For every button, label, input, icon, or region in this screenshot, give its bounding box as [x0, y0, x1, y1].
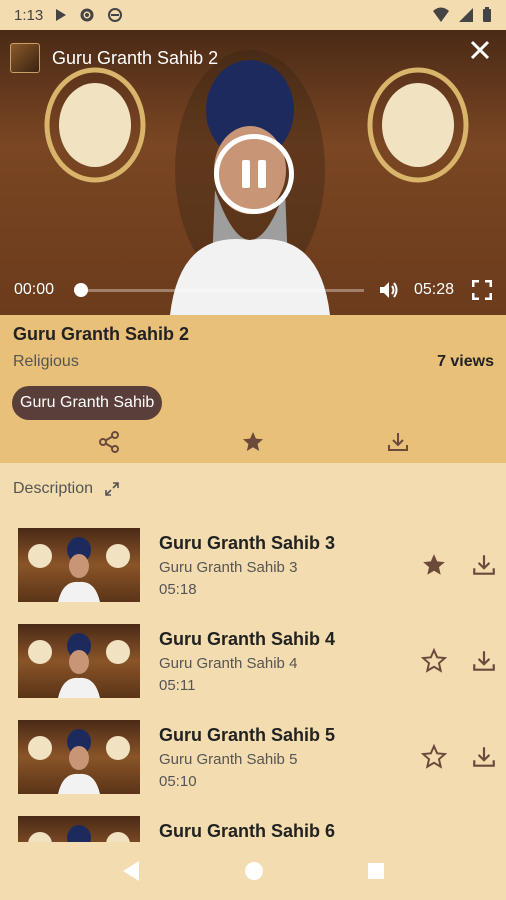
video-thumbnail[interactable] [18, 624, 140, 698]
item-duration: 05:11 [159, 677, 196, 694]
duration: 05:28 [413, 281, 454, 298]
battery-icon [483, 7, 491, 22]
video-category: Religious [13, 353, 79, 370]
signal-icon [459, 8, 473, 22]
volume-icon[interactable] [378, 280, 400, 300]
recents-icon[interactable] [367, 862, 385, 880]
download-icon[interactable] [471, 744, 497, 770]
download-icon [388, 433, 408, 451]
wifi-icon [433, 7, 449, 22]
share-button[interactable] [94, 427, 124, 457]
share-icon [99, 431, 119, 453]
video-thumbnail[interactable] [18, 528, 140, 602]
item-subtitle: Guru Granth Sahib 3 [159, 559, 298, 576]
item-duration: 05:18 [159, 581, 197, 598]
player-header: Guru Granth Sahib 2 [0, 38, 506, 78]
download-icon[interactable] [471, 648, 497, 674]
home-icon[interactable] [244, 861, 264, 881]
pause-button[interactable] [214, 134, 294, 214]
item-title: Guru Granth Sahib 4 [159, 629, 336, 649]
item-title: Guru Granth Sahib 5 [159, 725, 336, 745]
system-nav-bar [0, 842, 506, 900]
item-subtitle: Guru Granth Sahib 4 [159, 655, 298, 672]
seek-bar[interactable] [74, 282, 364, 297]
fullscreen-icon[interactable] [472, 280, 492, 300]
video-player[interactable]: Guru Granth Sahib 2 00:00 05:28 [0, 30, 506, 315]
star-icon [243, 432, 263, 451]
item-title: Guru Granth Sahib 3 [159, 533, 336, 553]
status-time: 1:13 [14, 6, 44, 24]
pause-icon-bar [242, 160, 250, 188]
play-store-icon [56, 9, 67, 21]
star-outline-icon[interactable] [421, 648, 447, 674]
video-title: Guru Granth Sahib 2 [13, 324, 190, 344]
tag-chip[interactable]: Guru Granth Sahib [12, 386, 163, 420]
item-duration: 05:10 [159, 773, 197, 790]
star-filled-icon[interactable] [421, 552, 447, 578]
video-thumbnail[interactable] [18, 720, 140, 794]
view-count: 7 views [437, 353, 494, 370]
list-item[interactable]: Guru Granth Sahib 5 Guru Granth Sahib 5 … [0, 712, 506, 808]
player-controls: 00:00 05:28 [0, 275, 506, 305]
download-icon[interactable] [471, 552, 497, 578]
channel-thumbnail [10, 43, 40, 73]
video-info-panel: Guru Granth Sahib 2 Religious 7 views Gu… [0, 315, 506, 463]
description-label: Description [13, 480, 94, 497]
data-saver-icon [108, 8, 123, 22]
pause-icon-bar [258, 160, 266, 188]
back-icon[interactable] [121, 860, 141, 882]
expand-icon [105, 482, 119, 496]
star-outline-icon[interactable] [421, 744, 447, 770]
download-button[interactable] [383, 427, 413, 457]
close-icon [470, 40, 490, 60]
status-bar: 1:13 [0, 0, 506, 30]
settings-icon [80, 8, 94, 22]
action-bar [0, 427, 506, 461]
list-item[interactable]: Guru Granth Sahib 3 Guru Granth Sahib 3 … [0, 520, 506, 616]
seek-knob[interactable] [74, 282, 89, 297]
close-button[interactable] [466, 36, 494, 64]
favorite-button[interactable] [238, 427, 268, 457]
player-title: Guru Granth Sahib 2 [52, 47, 219, 68]
description-toggle[interactable]: Description [13, 480, 119, 498]
item-subtitle: Guru Granth Sahib 5 [159, 751, 298, 768]
current-time: 00:00 [14, 281, 55, 298]
item-title: Guru Granth Sahib 6 [159, 821, 336, 841]
list-item[interactable]: Guru Granth Sahib 4 Guru Granth Sahib 4 … [0, 616, 506, 712]
